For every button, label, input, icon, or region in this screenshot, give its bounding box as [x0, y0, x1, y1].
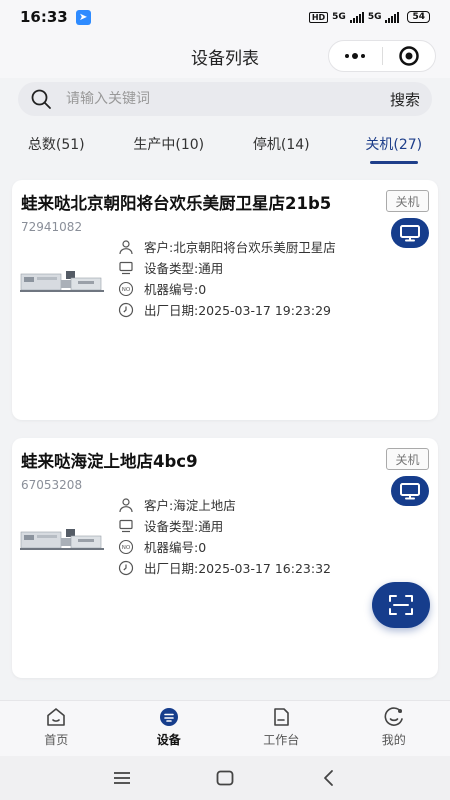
home-nav-button[interactable]: [205, 763, 245, 793]
info-factory-date: 出厂日期:2025-03-17 19:23:29: [118, 299, 336, 320]
user-icon: [118, 239, 134, 255]
clock-icon: [118, 302, 134, 318]
device-info: 客户:海淀上地店 设备类型:通用 NO 机器编号:0 出厂日期:2025-03-…: [118, 494, 331, 578]
recent-apps-button[interactable]: [102, 763, 142, 793]
device-name: 蛙来哒海淀上地店4bc9: [21, 452, 198, 471]
device-info: 客户:北京朝阳将台欢乐美厨卫星店 设备类型:通用 NO 机器编号:0 出厂日期:…: [118, 236, 336, 320]
search-bar: 搜索: [18, 82, 432, 116]
close-miniprogram-button[interactable]: [383, 41, 436, 71]
more-button[interactable]: [329, 41, 382, 71]
square-icon: [216, 770, 234, 786]
scan-icon: [389, 595, 413, 615]
machine-no-text: 机器编号:0: [144, 540, 207, 555]
factory-date-text: 出厂日期:2025-03-17 16:23:32: [144, 561, 331, 576]
tab-shutdown[interactable]: 关机(27): [338, 128, 450, 166]
status-bar: 16:33 ➤ HD 5G 5G 54: [0, 0, 450, 34]
scan-button[interactable]: [372, 582, 430, 628]
factory-date-text: 出厂日期:2025-03-17 19:23:29: [144, 303, 331, 318]
number-icon: NO: [118, 539, 134, 555]
menu-icon: [113, 772, 130, 784]
signal-icon: [385, 11, 400, 23]
svg-text:NO: NO: [122, 545, 131, 551]
info-type: 设备类型:通用: [118, 257, 336, 278]
machine-image: [20, 529, 104, 550]
tabbar-label: 工作台: [263, 733, 300, 747]
device-code: 72941082: [21, 220, 83, 234]
tab-total[interactable]: 总数(51): [0, 128, 113, 166]
app-notification-icon: ➤: [75, 9, 91, 25]
tabbar-item-device[interactable]: 设备: [113, 701, 226, 756]
tabbar-label: 我的: [381, 733, 406, 747]
back-icon: [324, 770, 334, 786]
machine-no-text: 机器编号:0: [144, 282, 207, 297]
device-type-icon: [118, 260, 134, 276]
tabbar-item-workbench[interactable]: 工作台: [225, 701, 338, 756]
info-customer: 客户:海淀上地店: [118, 494, 331, 515]
monitor-button[interactable]: [391, 218, 429, 248]
status-filter-tabs: 总数(51) 生产中(10) 停机(14) 关机(27): [0, 128, 450, 166]
info-type: 设备类型:通用: [118, 515, 331, 536]
profile-icon: [384, 707, 403, 726]
system-nav-bar: [0, 756, 450, 800]
monitor-button[interactable]: [391, 476, 429, 506]
device-type-icon: [118, 518, 134, 534]
tabbar-item-profile[interactable]: 我的: [338, 701, 450, 756]
info-customer: 客户:北京朝阳将台欢乐美厨卫星店: [118, 236, 336, 257]
search-button[interactable]: 搜索: [390, 89, 420, 110]
back-button[interactable]: [308, 763, 348, 793]
customer-text: 客户:海淀上地店: [144, 498, 236, 513]
info-factory-date: 出厂日期:2025-03-17 16:23:32: [118, 557, 331, 578]
nav-bar: 设备列表: [0, 34, 450, 78]
number-icon: NO: [118, 281, 134, 297]
more-dots-icon: [345, 53, 366, 59]
bottom-tab-bar: 首页 设备 工作台 我的: [0, 700, 450, 756]
machine-image: [20, 271, 104, 292]
page-title: 设备列表: [191, 48, 259, 69]
svg-text:NO: NO: [122, 287, 131, 293]
battery-icon: 54: [407, 11, 430, 23]
device-code: 67053208: [21, 478, 83, 492]
search-icon: [31, 89, 51, 109]
target-icon: [399, 46, 419, 66]
status-badge: 关机: [386, 448, 429, 470]
monitor-icon: [400, 225, 420, 242]
device-card[interactable]: 蛙来哒海淀上地店4bc9 67053208 关机 客户:海淀上地店 设备类型:通…: [12, 438, 438, 678]
type-text: 设备类型:通用: [144, 519, 224, 534]
type-text: 设备类型:通用: [144, 261, 224, 276]
status-time: 16:33: [20, 8, 68, 26]
network-type-2: 5G: [367, 12, 382, 22]
monitor-icon: [400, 483, 420, 500]
tabbar-item-home[interactable]: 首页: [0, 701, 113, 756]
network-type-1: 5G: [332, 12, 346, 22]
info-machine-no: NO 机器编号:0: [118, 536, 331, 557]
mini-program-capsule: [328, 40, 436, 72]
tab-producing[interactable]: 生产中(10): [113, 128, 226, 166]
home-icon: [47, 708, 66, 726]
status-badge: 关机: [386, 190, 429, 212]
tabbar-label: 首页: [44, 733, 69, 747]
device-card[interactable]: 蛙来哒北京朝阳将台欢乐美厨卫星店21b5 72941082 关机 客户:北京朝阳…: [12, 180, 438, 420]
tabbar-label: 设备: [156, 733, 181, 747]
hd-indicator: HD: [308, 11, 329, 23]
customer-text: 客户:北京朝阳将台欢乐美厨卫星店: [144, 240, 336, 255]
device-icon: [159, 708, 178, 726]
tab-stopped[interactable]: 停机(14): [225, 128, 338, 166]
search-input[interactable]: [66, 91, 390, 107]
clock-icon: [118, 560, 134, 576]
info-machine-no: NO 机器编号:0: [118, 278, 336, 299]
workbench-icon: [274, 708, 290, 726]
signal-icon: [349, 11, 364, 23]
device-name: 蛙来哒北京朝阳将台欢乐美厨卫星店21b5: [21, 194, 332, 213]
user-icon: [118, 497, 134, 513]
